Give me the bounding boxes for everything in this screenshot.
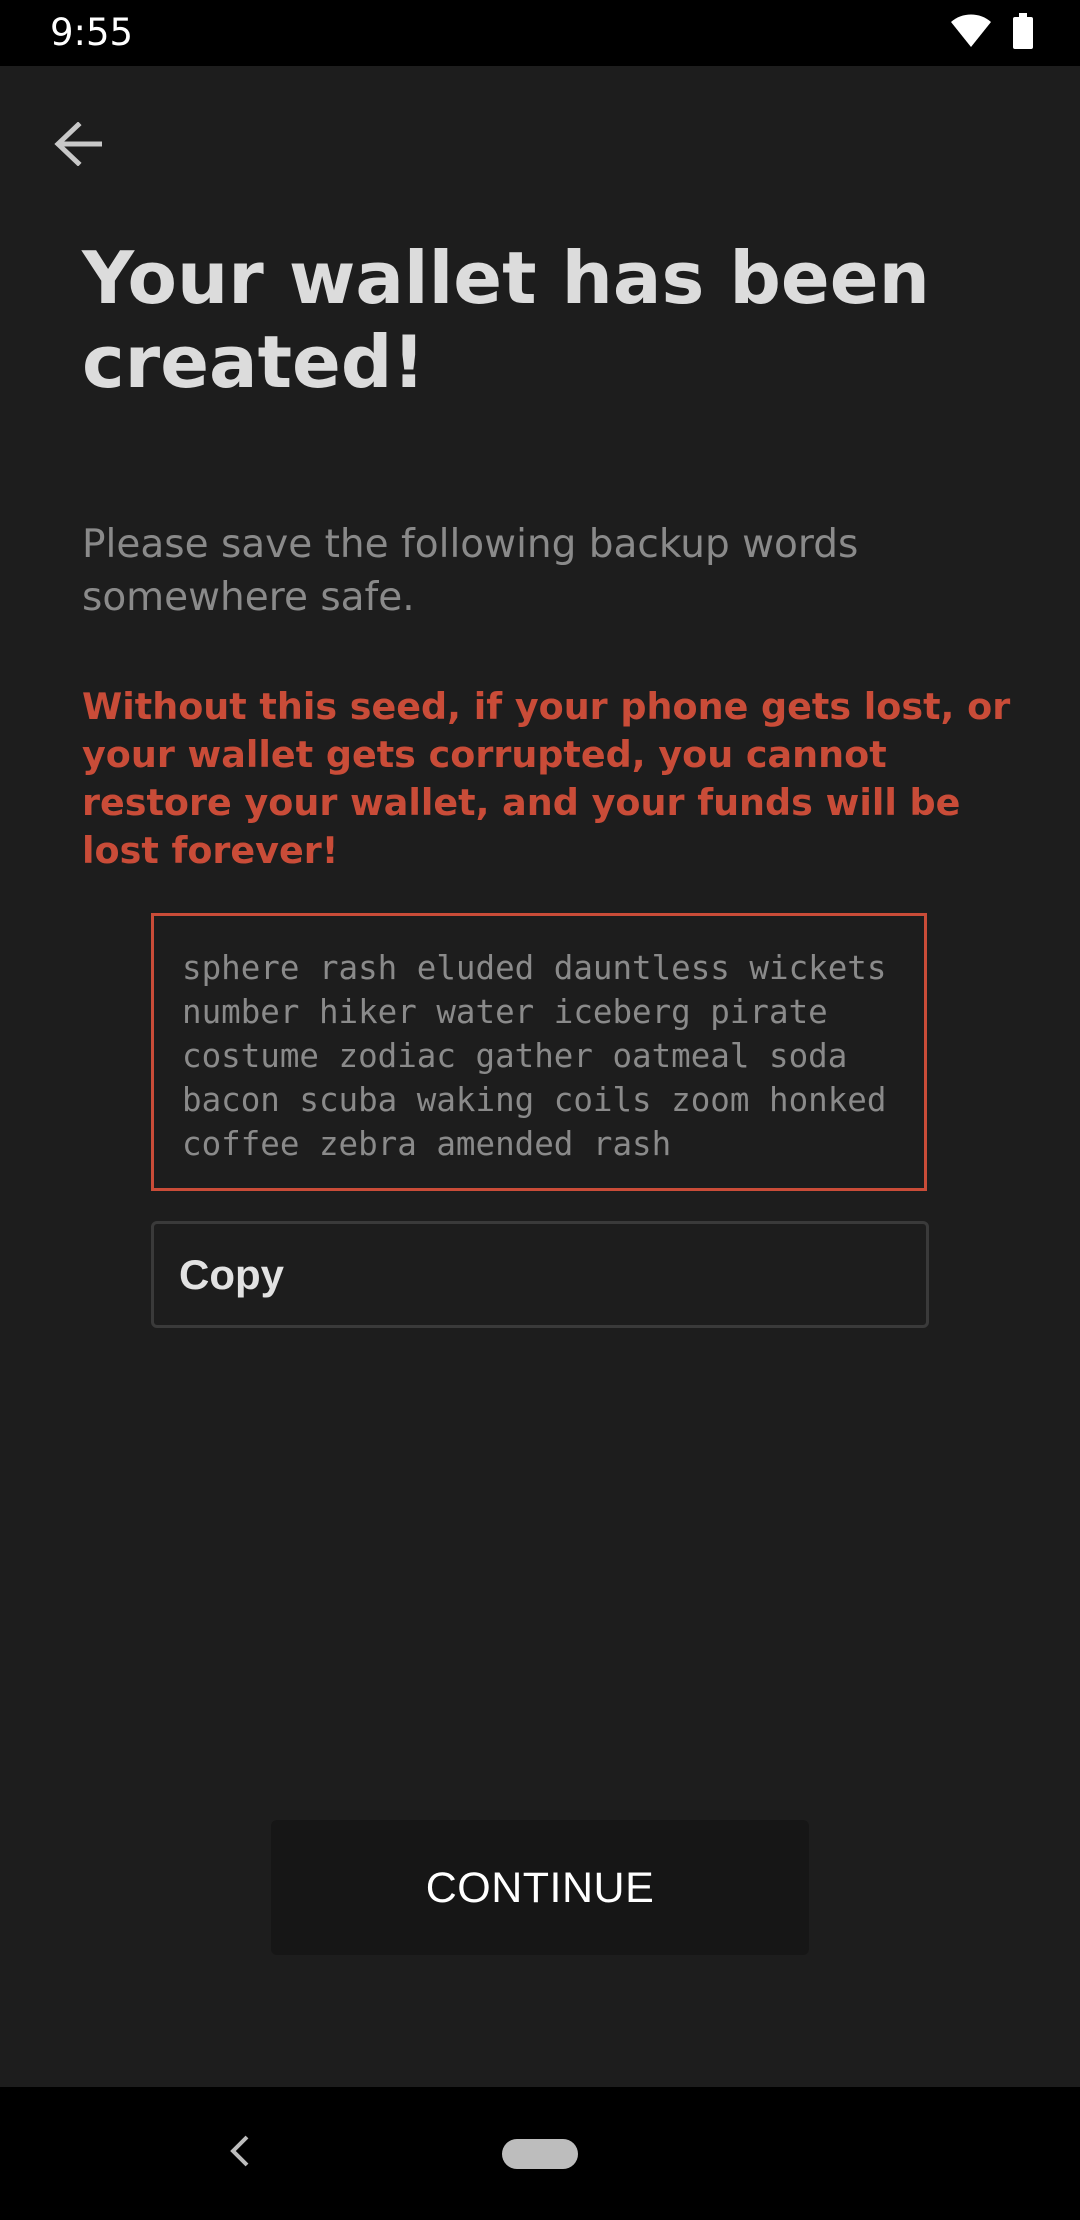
copy-button[interactable]: Copy bbox=[151, 1221, 929, 1328]
seed-warning: Without this seed, if your phone gets lo… bbox=[82, 685, 1011, 872]
navigation-bar bbox=[0, 2087, 1080, 2220]
status-time: 9:55 bbox=[50, 11, 134, 54]
continue-button-label: CONTINUE bbox=[425, 1863, 655, 1912]
seed-words-text: sphere rash eluded dauntless wickets num… bbox=[182, 949, 906, 1163]
status-icons bbox=[950, 12, 1034, 54]
chevron-left-icon bbox=[228, 2134, 252, 2173]
continue-button[interactable]: CONTINUE bbox=[271, 1820, 809, 1955]
page-title: Your wallet has been created! bbox=[82, 236, 930, 404]
status-bar: 9:55 bbox=[0, 0, 1080, 66]
wifi-icon bbox=[950, 14, 992, 53]
home-pill-icon[interactable] bbox=[502, 2139, 578, 2169]
seed-words-box[interactable]: sphere rash eluded dauntless wickets num… bbox=[151, 913, 927, 1191]
back-button[interactable] bbox=[44, 112, 112, 180]
backup-instructions: Please save the following backup words s… bbox=[82, 522, 859, 620]
battery-icon bbox=[1012, 12, 1034, 54]
copy-button-label: Copy bbox=[179, 1251, 284, 1298]
arrow-left-icon bbox=[54, 120, 103, 171]
nav-back-button[interactable] bbox=[220, 2127, 260, 2179]
